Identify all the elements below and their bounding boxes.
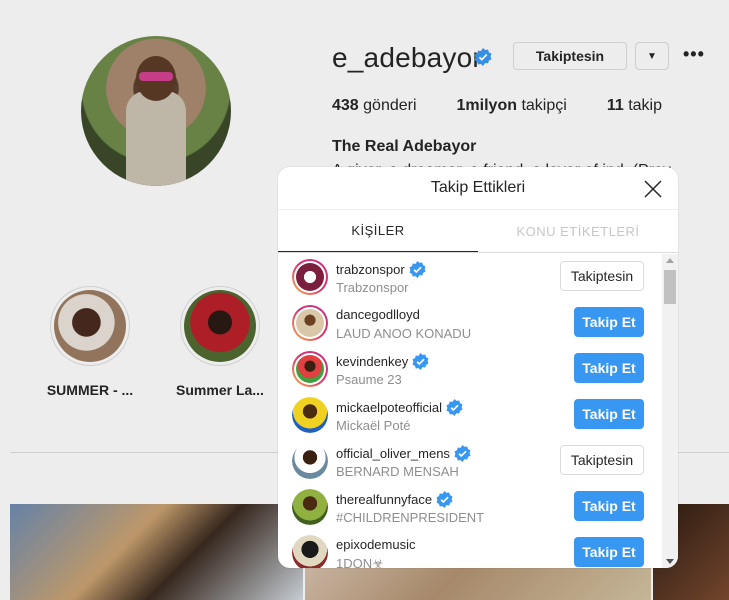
row-subtitle: #CHILDRENPRESIDENT	[336, 510, 485, 525]
list-item: mickaelpoteofficial Mickaël Poté Takip E…	[278, 392, 662, 438]
list-item: trabzonspor Trabzonspor Takiptesin	[278, 254, 662, 300]
verified-badge-icon	[409, 261, 426, 278]
close-icon[interactable]	[642, 178, 664, 200]
row-username[interactable]: official_oliver_mens	[336, 446, 450, 461]
avatar[interactable]	[292, 535, 328, 568]
avatar[interactable]	[292, 443, 328, 479]
row-subtitle: Psaume 23	[336, 372, 402, 387]
avatar[interactable]	[292, 489, 328, 525]
tab-hashtags[interactable]: KONU ETİKETLERİ	[478, 210, 678, 252]
modal-header: Takip Ettikleri	[278, 167, 678, 210]
row-username[interactable]: therealfunnyface	[336, 492, 432, 507]
modal-tabs: KİŞİLER KONU ETİKETLERİ	[278, 210, 678, 253]
row-username[interactable]: mickaelpoteofficial	[336, 400, 442, 415]
verified-badge-icon	[412, 353, 429, 370]
row-username[interactable]: kevindenkey	[336, 354, 408, 369]
list-item: epixodemusic 1DON☣ Takip Et	[278, 530, 662, 568]
avatar[interactable]	[292, 305, 328, 341]
verified-badge-icon	[454, 445, 471, 462]
row-username[interactable]: epixodemusic	[336, 537, 416, 552]
list-item: dancegodlloyd LAUD ANOO KONADU Takip Et	[278, 300, 662, 346]
following-button[interactable]: Takiptesin	[560, 261, 644, 291]
follow-button[interactable]: Takip Et	[574, 353, 644, 383]
follow-button[interactable]: Takip Et	[574, 537, 644, 567]
follow-button[interactable]: Takip Et	[574, 399, 644, 429]
following-button[interactable]: Takiptesin	[560, 445, 644, 475]
row-subtitle: LAUD ANOO KONADU	[336, 326, 472, 341]
scrollbar[interactable]	[662, 254, 678, 568]
row-username[interactable]: dancegodlloyd	[336, 307, 420, 322]
row-subtitle: Trabzonspor	[336, 280, 409, 295]
avatar[interactable]	[292, 351, 328, 387]
tab-people[interactable]: KİŞİLER	[278, 210, 478, 252]
row-subtitle: Mickaël Poté	[336, 418, 411, 433]
list-item: official_oliver_mens BERNARD MENSAH Taki…	[278, 438, 662, 484]
following-modal: Takip Ettikleri KİŞİLER KONU ETİKETLERİ …	[278, 167, 678, 568]
list-item: therealfunnyface #CHILDRENPRESIDENT Taki…	[278, 484, 662, 530]
following-list: trabzonspor Trabzonspor Takiptesin dance…	[278, 254, 662, 568]
scroll-down-arrow-icon[interactable]	[666, 559, 674, 564]
row-username[interactable]: trabzonspor	[336, 262, 405, 277]
follow-button[interactable]: Takip Et	[574, 307, 644, 337]
avatar[interactable]	[292, 397, 328, 433]
follow-button[interactable]: Takip Et	[574, 491, 644, 521]
row-subtitle: BERNARD MENSAH	[336, 464, 459, 479]
scroll-up-arrow-icon[interactable]	[666, 258, 674, 263]
verified-badge-icon	[436, 491, 453, 508]
modal-title: Takip Ettikleri	[430, 179, 526, 196]
avatar[interactable]	[292, 259, 328, 295]
list-item: kevindenkey Psaume 23 Takip Et	[278, 346, 662, 392]
row-subtitle: 1DON☣	[336, 556, 384, 568]
scroll-thumb[interactable]	[664, 270, 676, 304]
verified-badge-icon	[446, 399, 463, 416]
